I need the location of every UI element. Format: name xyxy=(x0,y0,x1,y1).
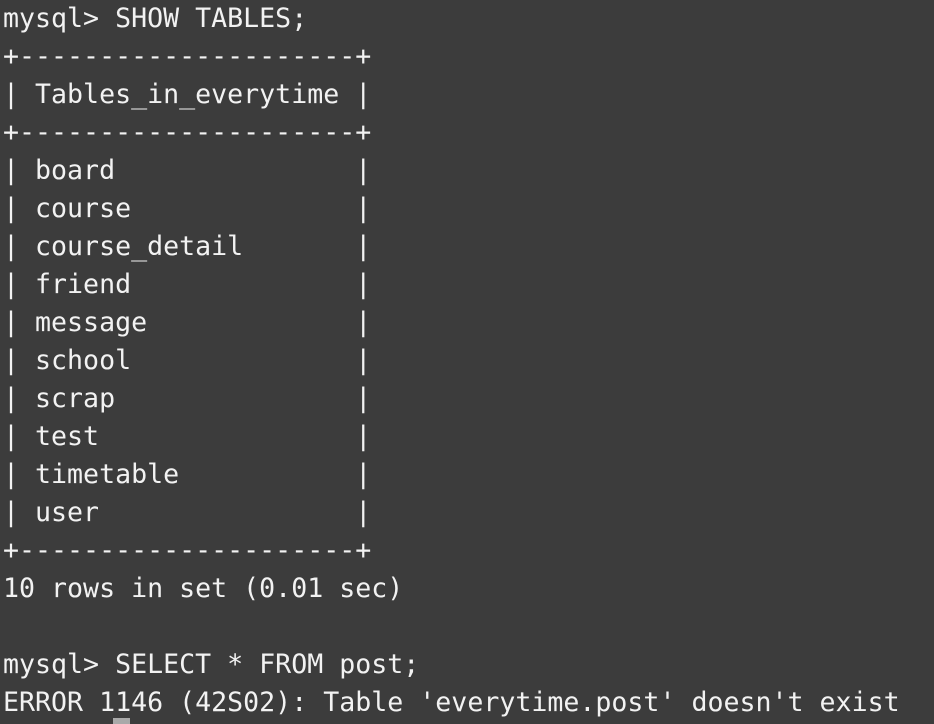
table-border-top: +---------------------+ xyxy=(3,41,372,72)
table-row: | message | xyxy=(3,307,372,338)
table-row: | school | xyxy=(3,345,372,376)
table-border-header: +---------------------+ xyxy=(3,117,372,148)
error-message: ERROR 1146 (42S02): Table 'everytime.pos… xyxy=(3,687,900,718)
table-row: | user | xyxy=(3,497,372,528)
table-row: | course_detail | xyxy=(3,231,372,262)
table-row: | scrap | xyxy=(3,383,372,414)
table-row: | course | xyxy=(3,193,372,224)
result-summary: 10 rows in set (0.01 sec) xyxy=(3,573,404,604)
prompt-select-post: mysql> SELECT * FROM post; xyxy=(3,649,420,680)
table-row: | board | xyxy=(3,155,372,186)
prompt-show-tables: mysql> SHOW TABLES; xyxy=(3,3,308,34)
table-row: | timetable | xyxy=(3,459,372,490)
terminal-window[interactable]: mysql> SHOW TABLES; +-------------------… xyxy=(0,0,934,724)
table-header: | Tables_in_everytime | xyxy=(3,79,372,110)
table-border-bottom: +---------------------+ xyxy=(3,535,372,566)
text-cursor xyxy=(113,718,130,724)
table-row: | friend | xyxy=(3,269,372,300)
table-row: | test | xyxy=(3,421,372,452)
